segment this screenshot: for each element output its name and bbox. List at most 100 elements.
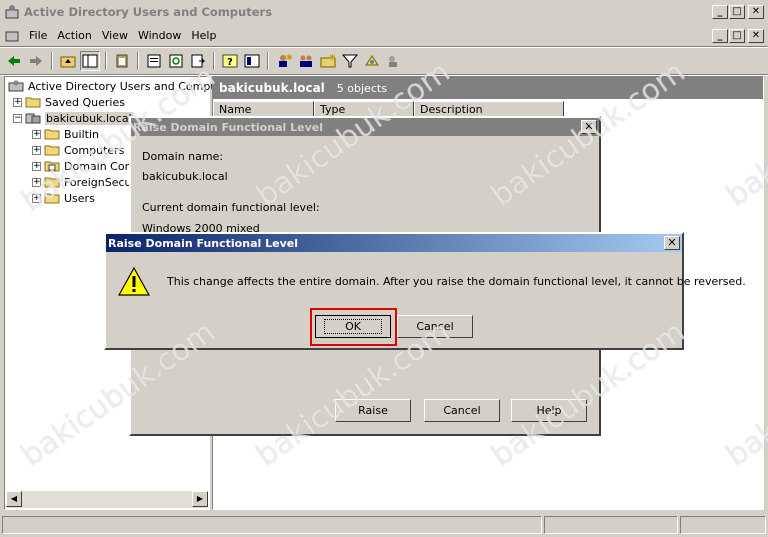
ok-button[interactable]: OK	[315, 315, 391, 338]
raise-button[interactable]: Raise	[335, 399, 411, 422]
svg-text:✱: ✱	[329, 53, 336, 62]
toolbar-separator	[51, 52, 53, 70]
tree-root[interactable]: Active Directory Users and Computer	[8, 78, 233, 94]
minimize-button[interactable]: _	[712, 5, 728, 19]
console-icon[interactable]	[4, 28, 20, 44]
maximize-button[interactable]: □	[729, 5, 745, 19]
status-pane-2	[544, 516, 678, 534]
tree-item-users[interactable]: + Users	[32, 190, 95, 206]
scroll-left-icon[interactable]: ◀	[6, 491, 22, 507]
functional-level-label: Current domain functional level:	[142, 201, 320, 214]
domain-icon	[25, 113, 41, 124]
svg-text:?: ?	[227, 57, 233, 68]
details-title: bakicubuk.local	[219, 81, 325, 95]
status-pane-main	[2, 516, 542, 534]
tree-label: Saved Queries	[45, 95, 125, 109]
folder-icon	[44, 193, 60, 204]
status-pane-3	[680, 516, 766, 534]
menu-file[interactable]: File	[24, 29, 52, 42]
action-pane-icon[interactable]	[242, 51, 262, 71]
properties-icon[interactable]	[144, 51, 164, 71]
menu-bar: File Action View Window Help	[0, 25, 768, 46]
child-minimize-button[interactable]: _	[712, 29, 728, 43]
warning-icon	[118, 266, 150, 296]
new-ou-icon[interactable]: ✱	[318, 51, 338, 71]
up-folder-icon[interactable]	[58, 51, 78, 71]
domain-name-label: Domain name:	[142, 150, 224, 163]
forward-arrow-icon[interactable]	[26, 51, 46, 71]
cancel-button[interactable]: Cancel	[424, 399, 500, 422]
expand-icon[interactable]: +	[32, 177, 41, 187]
help-icon[interactable]: ?	[220, 51, 240, 71]
tree-label: bakicubuk.local	[45, 111, 133, 125]
expand-icon[interactable]: +	[13, 97, 22, 107]
dialog-titlebar: Raise Domain Functional Level	[131, 118, 599, 136]
toolbar-separator	[213, 52, 215, 70]
object-count: 5 objects	[336, 81, 387, 95]
domain-name-value: bakicubuk.local	[142, 170, 228, 183]
confirm-titlebar: Raise Domain Functional Level	[106, 234, 682, 252]
horizontal-scrollbar[interactable]: ◀ ▶	[6, 491, 208, 508]
tree-root-label: Active Directory Users and Computer	[28, 79, 233, 93]
close-button[interactable]: ✕	[748, 5, 764, 19]
details-header: bakicubuk.local 5 objects	[213, 77, 763, 99]
window-titlebar: Active Directory Users and Computers	[0, 0, 768, 24]
toolbar: ? ✱ ✱	[0, 48, 768, 74]
expand-icon[interactable]: +	[32, 161, 41, 171]
tree-label: Builtin	[64, 127, 99, 141]
toolbar-separator	[267, 52, 269, 70]
export-list-icon[interactable]	[188, 51, 208, 71]
menu-window[interactable]: Window	[133, 29, 186, 42]
folder-icon	[44, 129, 60, 140]
paste-icon[interactable]	[112, 51, 132, 71]
tree-item-domain-controllers[interactable]: + Domain Cont	[32, 158, 136, 174]
find-icon[interactable]	[362, 51, 382, 71]
svg-text:✱: ✱	[286, 53, 292, 62]
menu-view[interactable]: View	[97, 29, 133, 42]
ok-label: OK	[324, 319, 382, 334]
tree-label: Computers	[64, 143, 125, 157]
expand-icon[interactable]: +	[32, 129, 41, 139]
child-close-button[interactable]: ✕	[748, 29, 764, 43]
new-group-icon[interactable]	[296, 51, 316, 71]
filter-icon[interactable]	[340, 51, 360, 71]
menu-help[interactable]: Help	[186, 29, 221, 42]
folder-icon	[44, 177, 60, 188]
tree-label: ForeignSecur	[64, 175, 137, 189]
confirm-title: Raise Domain Functional Level	[108, 236, 298, 250]
ad-root-icon	[8, 80, 24, 92]
back-arrow-icon[interactable]	[4, 51, 24, 71]
expand-icon[interactable]: +	[32, 145, 41, 155]
ou-icon	[44, 161, 60, 172]
menu-action[interactable]: Action	[52, 29, 96, 42]
dialog-title: Raise Domain Functional Level	[133, 120, 323, 134]
tree-item-builtin[interactable]: + Builtin	[32, 126, 99, 142]
folder-icon	[44, 145, 60, 156]
tree-item-foreign-security[interactable]: + ForeignSecur	[32, 174, 136, 190]
tree-label: Users	[64, 191, 95, 205]
confirm-dialog: Raise Domain Functional Level ✕ This cha…	[104, 232, 746, 350]
confirm-cancel-button[interactable]: Cancel	[397, 315, 473, 338]
tree-label: Domain Cont	[64, 159, 136, 173]
toolbar-separator	[137, 52, 139, 70]
tree-item-saved-queries[interactable]: + Saved Queries	[13, 94, 125, 110]
help-button[interactable]: Help	[511, 399, 587, 422]
child-restore-button[interactable]: □	[729, 29, 745, 43]
expand-icon[interactable]: +	[32, 193, 41, 203]
ad-users-icon	[5, 5, 19, 19]
status-bar	[0, 514, 768, 536]
tree-item-computers[interactable]: + Computers	[32, 142, 124, 158]
folder-icon	[25, 97, 41, 108]
refresh-icon[interactable]	[166, 51, 186, 71]
toolbar-separator	[105, 52, 107, 70]
dialog-close-button[interactable]: ✕	[581, 120, 597, 134]
new-user-icon[interactable]: ✱	[274, 51, 294, 71]
collapse-icon[interactable]: −	[13, 113, 22, 123]
show-hide-tree-icon[interactable]	[80, 51, 100, 71]
scroll-right-icon[interactable]: ▶	[192, 491, 208, 507]
tree-item-domain[interactable]: − bakicubuk.local	[13, 110, 133, 126]
window-title: Active Directory Users and Computers	[24, 5, 273, 19]
confirm-close-button[interactable]: ✕	[664, 236, 680, 250]
confirm-message: This change affects the entire domain. A…	[167, 275, 746, 288]
add-to-group-icon[interactable]	[384, 51, 404, 71]
